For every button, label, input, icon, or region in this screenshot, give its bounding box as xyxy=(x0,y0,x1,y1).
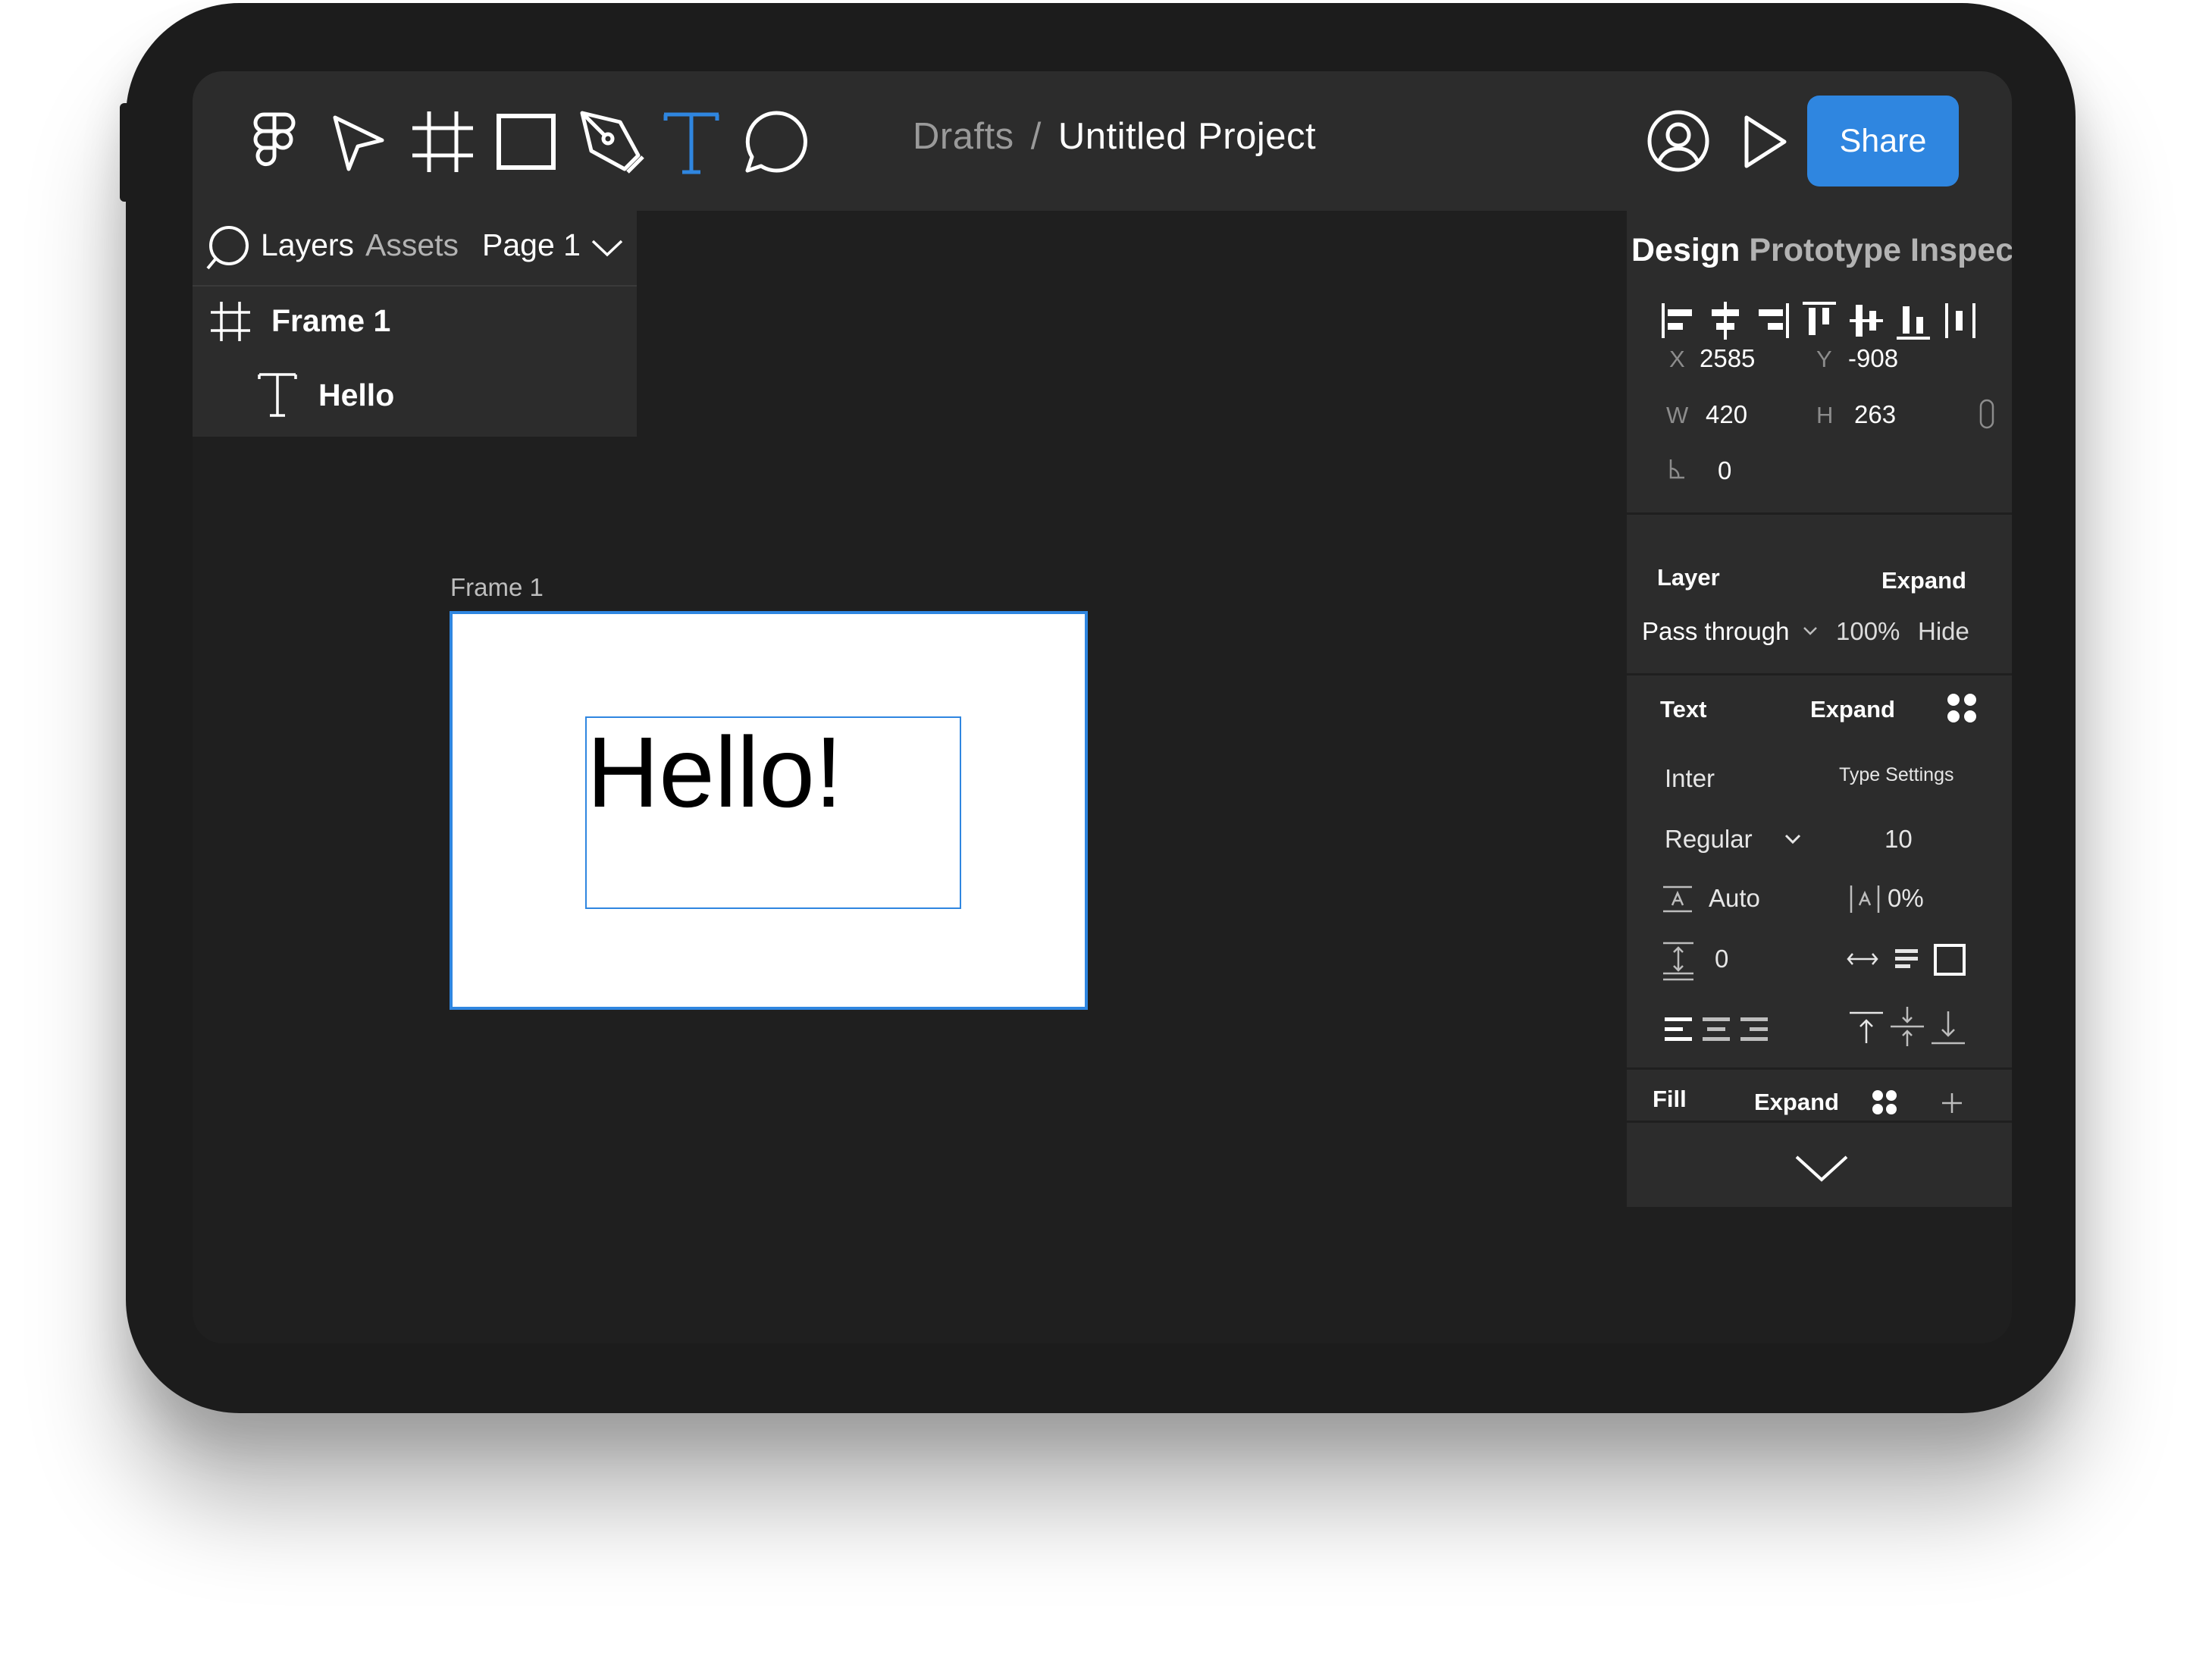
fill-styles-icon[interactable] xyxy=(1871,1089,1898,1116)
layers-panel: Layers Assets Page 1 Frame 1 Hello xyxy=(193,211,637,437)
vertical-align-bottom-icon[interactable] xyxy=(1930,1008,1966,1046)
frame-icon xyxy=(209,300,252,343)
chevron-down-icon[interactable] xyxy=(591,238,623,258)
chevron-down-icon[interactable] xyxy=(1784,834,1801,845)
text-selection-box[interactable]: Hello! xyxy=(585,716,961,909)
canvas-text[interactable]: Hello! xyxy=(587,722,842,823)
text-align-right-icon[interactable] xyxy=(1739,1016,1769,1043)
hide-button[interactable]: Hide xyxy=(1918,617,1969,646)
y-label: Y xyxy=(1816,346,1832,372)
font-family-select[interactable]: Inter xyxy=(1665,764,1715,793)
h-label: H xyxy=(1816,402,1834,428)
tab-assets[interactable]: Assets xyxy=(365,227,459,263)
properties-tabs: Design Prototype Inspect xyxy=(1631,232,2012,269)
top-toolbar: Drafts / Untitled Project Share xyxy=(193,71,2012,211)
tab-prototype[interactable]: Prototype xyxy=(1749,232,1901,268)
layer-row-frame-1[interactable]: Frame 1 xyxy=(193,287,637,355)
section-divider xyxy=(1627,1067,2012,1070)
text-section-title: Text xyxy=(1660,696,1707,722)
comment-tool-icon[interactable] xyxy=(740,105,813,178)
user-avatar-icon[interactable] xyxy=(1642,105,1715,177)
text-expand-button[interactable]: Expand xyxy=(1810,696,1895,723)
vertical-align-middle-icon[interactable] xyxy=(1889,1005,1925,1048)
chevron-down-icon[interactable] xyxy=(1803,626,1818,635)
align-bottom-icon[interactable] xyxy=(1892,294,1935,347)
search-icon[interactable] xyxy=(206,224,255,273)
auto-height-icon[interactable] xyxy=(1894,948,1919,970)
paragraph-spacing-field[interactable]: 0 xyxy=(1715,945,1728,973)
figma-logo-icon[interactable] xyxy=(238,105,311,178)
paragraph-spacing-icon xyxy=(1662,942,1695,981)
tab-design[interactable]: Design xyxy=(1631,232,1740,268)
align-top-icon[interactable] xyxy=(1798,294,1841,347)
letter-spacing-field[interactable]: 0% xyxy=(1888,884,1924,913)
opacity-field[interactable]: 100% xyxy=(1836,617,1900,646)
constrain-proportions-icon[interactable] xyxy=(1979,399,1995,429)
text-tool-icon[interactable] xyxy=(655,105,728,178)
pen-tool-icon[interactable] xyxy=(575,105,647,178)
align-vertical-center-icon[interactable] xyxy=(1845,294,1888,347)
align-right-icon[interactable] xyxy=(1751,294,1794,347)
auto-width-icon[interactable] xyxy=(1847,951,1878,967)
breadcrumb-separator: / xyxy=(1030,116,1042,157)
frame-label[interactable]: Frame 1 xyxy=(450,573,544,602)
share-button[interactable]: Share xyxy=(1807,96,1959,186)
section-divider xyxy=(1627,1121,2012,1123)
section-divider xyxy=(1627,673,2012,675)
rotation-field[interactable]: 0 xyxy=(1718,456,1731,485)
move-tool-icon[interactable] xyxy=(321,105,394,178)
distribute-icon[interactable] xyxy=(1939,294,1982,347)
tab-inspect[interactable]: Inspect xyxy=(1910,232,2012,268)
rotation-icon xyxy=(1668,458,1686,479)
w-label: W xyxy=(1666,402,1689,428)
tab-layers[interactable]: Layers xyxy=(261,227,354,263)
device-button xyxy=(277,3,361,11)
chevron-down-icon[interactable] xyxy=(1794,1154,1850,1184)
fixed-size-icon[interactable] xyxy=(1933,943,1966,976)
layer-label: Frame 1 xyxy=(271,303,391,338)
fill-expand-button[interactable]: Expand xyxy=(1754,1089,1839,1116)
x-label: X xyxy=(1669,346,1685,372)
play-icon[interactable] xyxy=(1727,105,1800,178)
rectangle-tool-icon[interactable] xyxy=(490,105,562,178)
x-field[interactable]: 2585 xyxy=(1700,344,1755,373)
breadcrumb-drafts[interactable]: Drafts xyxy=(913,116,1014,157)
layer-label: Hello xyxy=(318,378,395,412)
section-divider xyxy=(1627,512,2012,515)
font-size-field[interactable]: 10 xyxy=(1885,825,1913,854)
frame-tool-icon[interactable] xyxy=(406,105,479,178)
layers-panel-tabs: Layers Assets Page 1 xyxy=(193,211,637,287)
text-align-center-icon[interactable] xyxy=(1701,1016,1731,1043)
breadcrumb: Drafts / Untitled Project xyxy=(913,115,1316,158)
app-screen: Drafts / Untitled Project Share Layers A… xyxy=(193,71,2012,1343)
line-height-icon xyxy=(1662,885,1693,913)
text-align-left-icon[interactable] xyxy=(1663,1016,1693,1043)
device-side-button xyxy=(120,103,129,202)
text-layer-icon xyxy=(256,371,299,418)
alignment-toolbar xyxy=(1657,294,1991,347)
project-title[interactable]: Untitled Project xyxy=(1058,116,1316,157)
layer-row-hello[interactable]: Hello xyxy=(193,361,637,429)
fill-section-title: Fill xyxy=(1653,1086,1687,1112)
line-height-field[interactable]: Auto xyxy=(1709,884,1760,913)
font-weight-select[interactable]: Regular xyxy=(1665,825,1753,854)
canvas-frame[interactable]: Hello! xyxy=(450,611,1088,1010)
device-button xyxy=(384,3,467,11)
add-fill-icon[interactable] xyxy=(1941,1092,1963,1114)
w-field[interactable]: 420 xyxy=(1706,400,1747,429)
page-selector[interactable]: Page 1 xyxy=(482,227,581,263)
text-styles-icon[interactable] xyxy=(1945,691,1979,725)
h-field[interactable]: 263 xyxy=(1854,400,1896,429)
type-settings-button[interactable]: Type Settings xyxy=(1839,764,1953,786)
blend-mode-select[interactable]: Pass through xyxy=(1642,617,1789,646)
align-left-icon[interactable] xyxy=(1657,294,1700,347)
y-field[interactable]: -908 xyxy=(1848,344,1898,373)
layer-expand-button[interactable]: Expand xyxy=(1881,567,1966,594)
letter-spacing-icon xyxy=(1850,884,1880,914)
properties-panel: Design Prototype Inspect xyxy=(1627,211,2012,1207)
layer-section-title: Layer xyxy=(1657,564,1720,591)
align-horizontal-center-icon[interactable] xyxy=(1704,294,1747,347)
vertical-align-top-icon[interactable] xyxy=(1848,1010,1885,1046)
